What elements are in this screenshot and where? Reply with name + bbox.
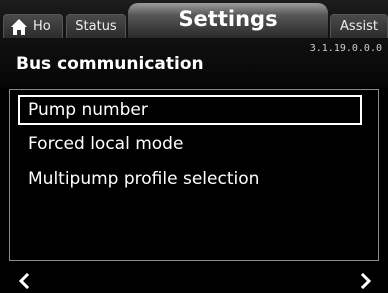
tab-status[interactable]: Status	[66, 14, 126, 38]
tab-home-label: Ho	[33, 19, 51, 34]
page-title: Bus communication	[16, 54, 204, 74]
tab-home[interactable]: Ho	[3, 14, 63, 38]
tab-settings[interactable]: Settings	[128, 3, 328, 38]
menu-item-multipump-profile-selection[interactable]: Multipump profile selection	[18, 165, 362, 195]
version-label: 3.1.19.0.0.0	[309, 43, 382, 54]
home-icon	[10, 18, 28, 36]
screen: Ho Status Settings Assist 3.1.19.0.0.0 B…	[0, 0, 388, 293]
menu-list: Pump number Forced local mode Multipump …	[9, 89, 379, 261]
footer	[0, 268, 388, 293]
chevron-left-icon[interactable]	[16, 272, 32, 290]
menu-item-forced-local-mode[interactable]: Forced local mode	[18, 130, 362, 160]
chevron-right-icon[interactable]	[358, 272, 374, 290]
tab-assist[interactable]: Assist	[330, 14, 388, 38]
header: Ho Status Settings Assist 3.1.19.0.0.0 B…	[0, 0, 388, 88]
menu-item-pump-number[interactable]: Pump number	[18, 95, 362, 125]
